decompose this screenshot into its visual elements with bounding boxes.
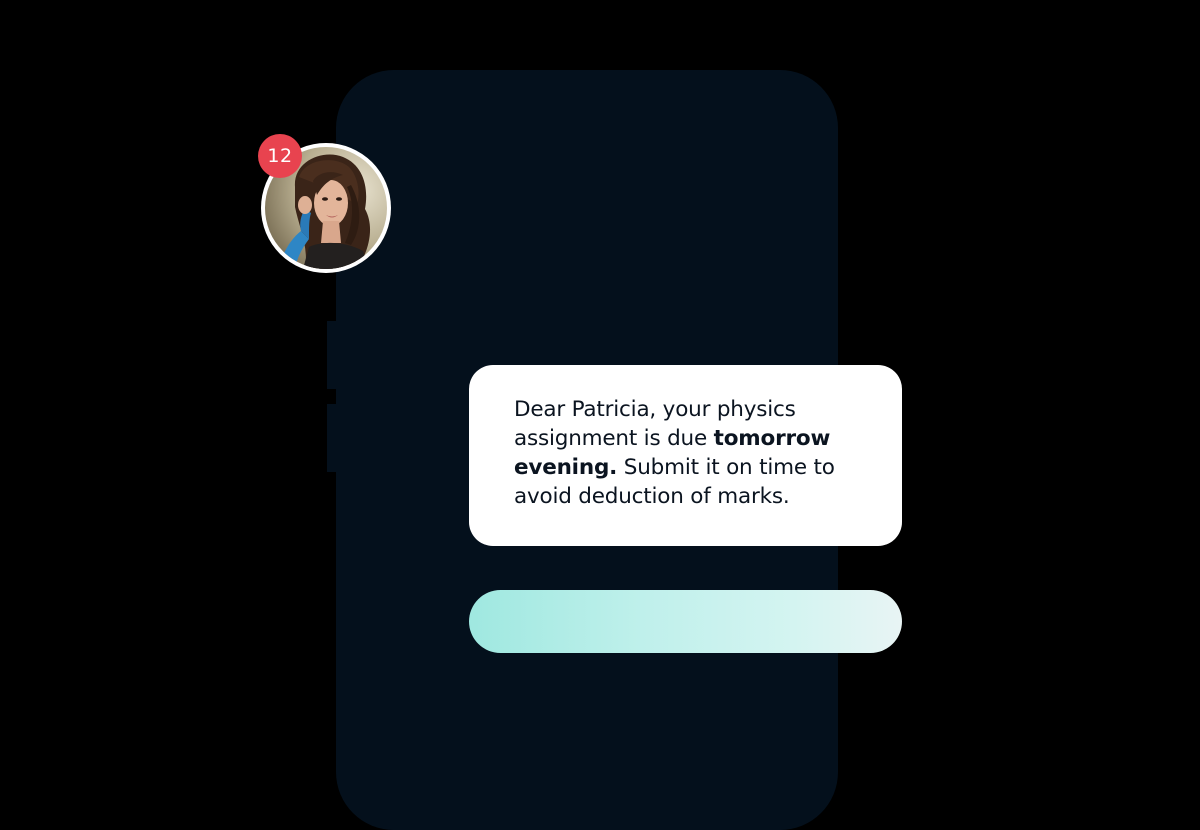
phone-side-button-upper: [327, 321, 336, 389]
phone-side-button-lower: [327, 404, 336, 472]
message-text: Dear Patricia, your physics assignment i…: [514, 395, 858, 511]
reply-input-bar[interactable]: [469, 590, 902, 653]
message-bubble: Dear Patricia, your physics assignment i…: [469, 365, 902, 546]
notification-badge: 12: [258, 134, 302, 178]
